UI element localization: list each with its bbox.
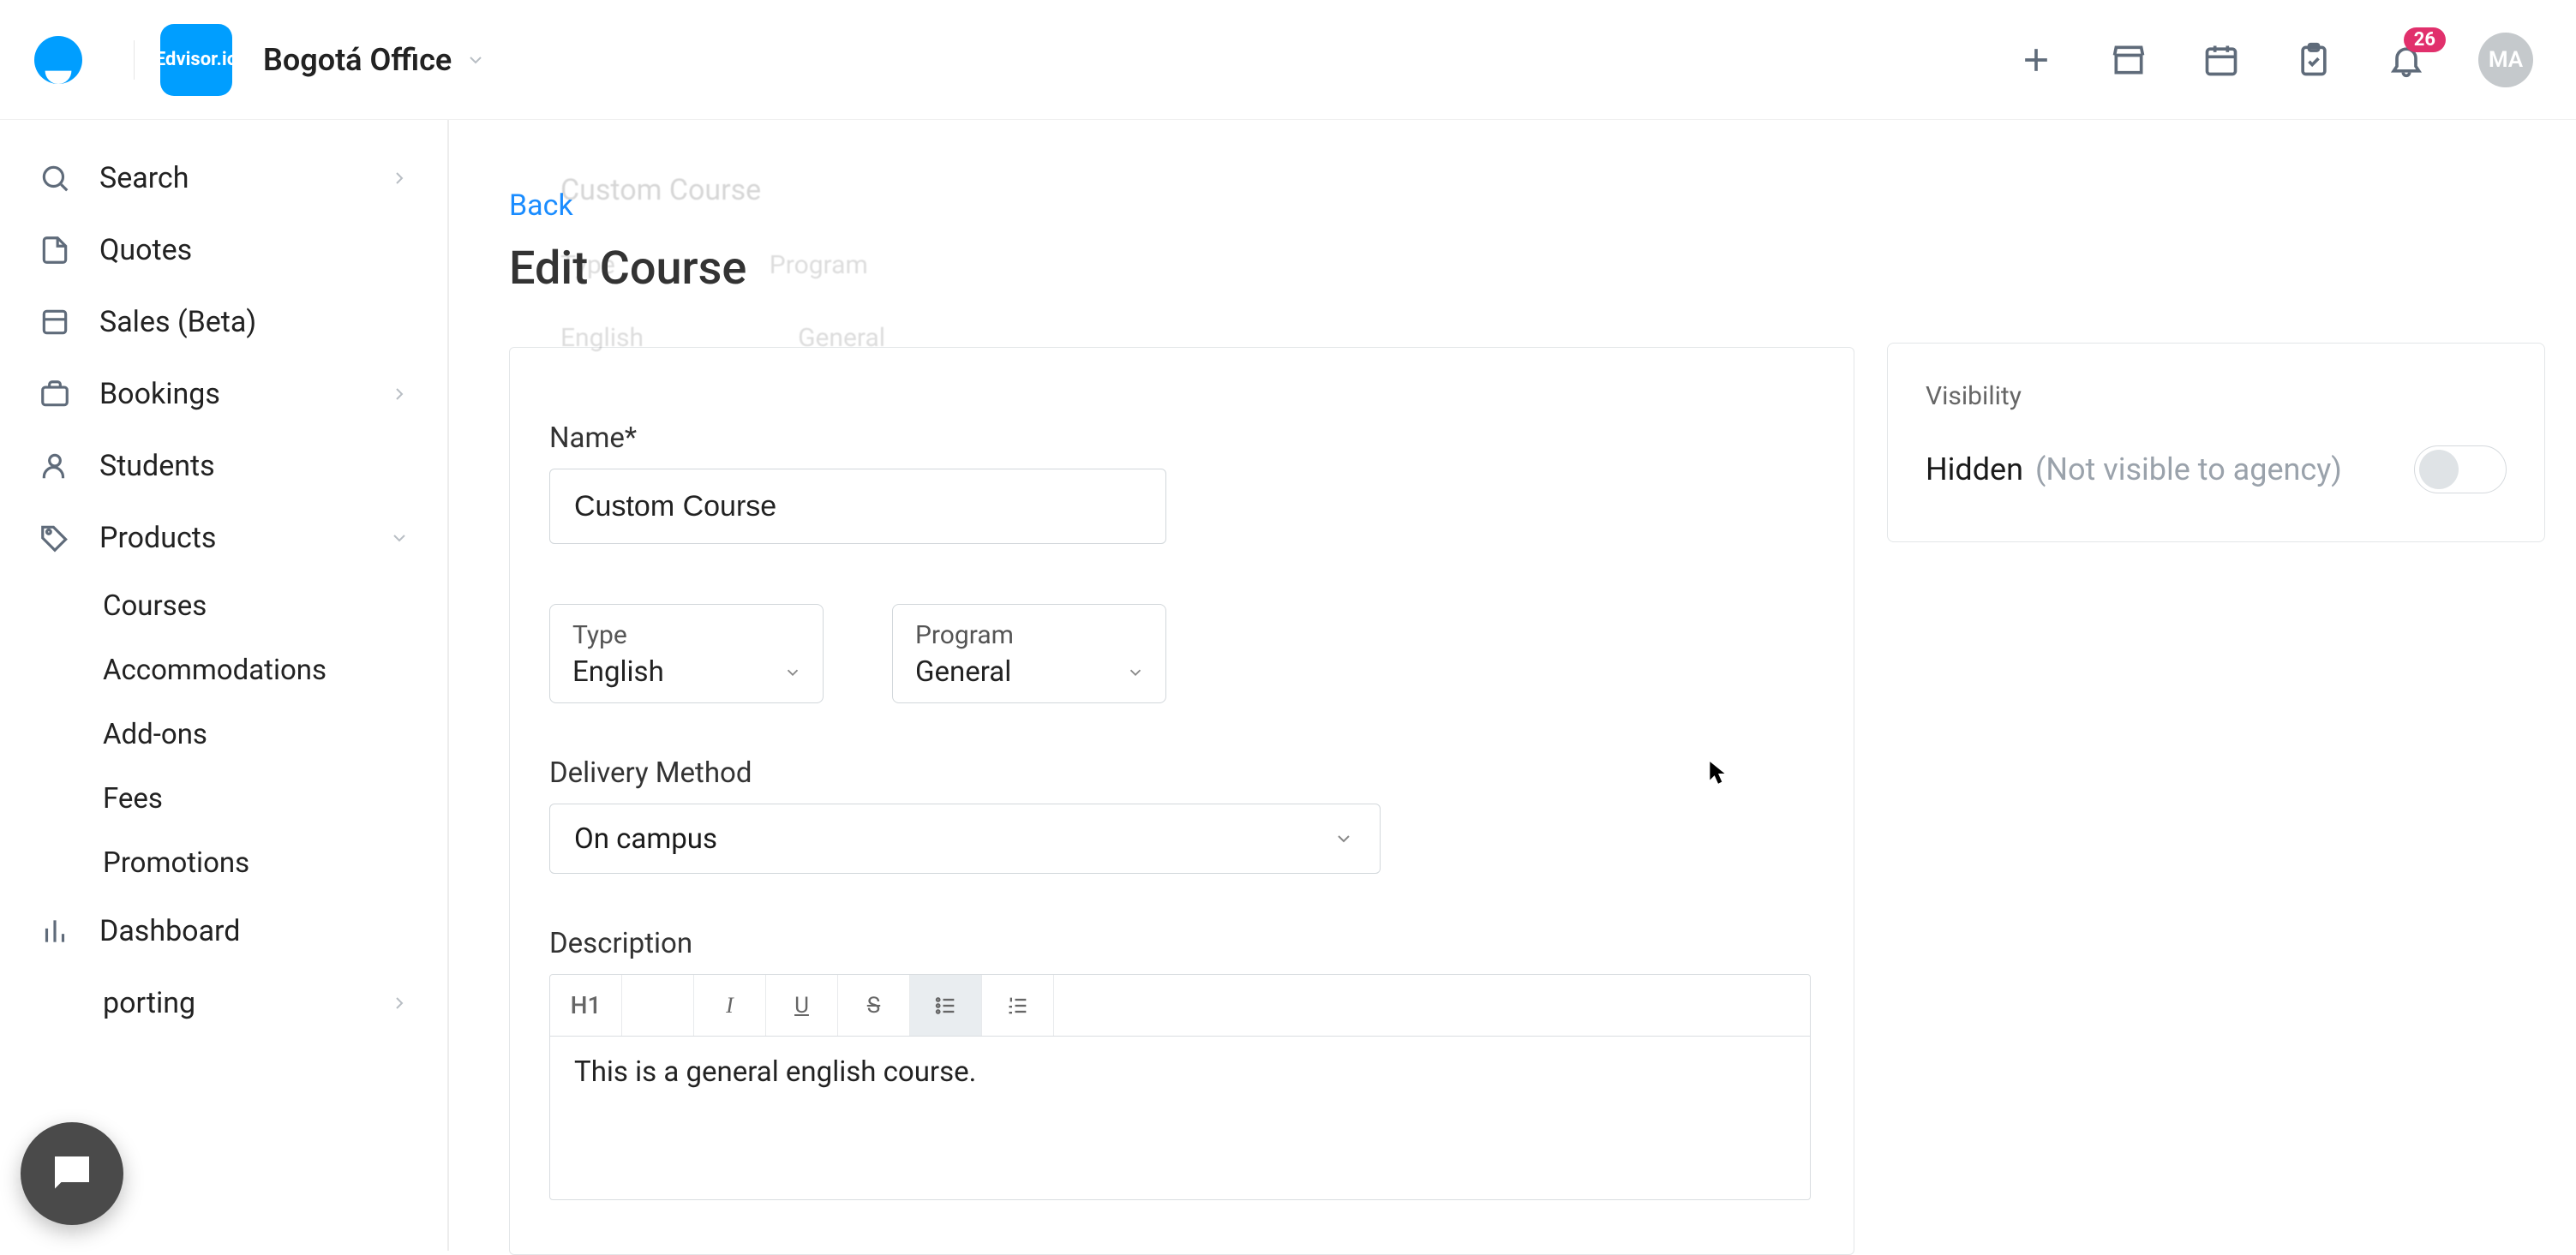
- notifications-button[interactable]: 26: [2386, 39, 2427, 81]
- plus-icon: [2017, 41, 2055, 79]
- visibility-panel: Visibility Hidden (Not visible to agency…: [1887, 343, 2545, 542]
- sidebar-item-label: Bookings: [99, 377, 220, 411]
- brand-name: Edvisor.io: [155, 51, 237, 69]
- chat-icon: [46, 1148, 98, 1199]
- chevron-down-icon: [1126, 663, 1145, 682]
- chevron-right-icon: [389, 993, 410, 1013]
- search-icon: [38, 161, 72, 195]
- bullet-list-icon: [934, 994, 958, 1018]
- app-header: Edvisor.io Bogotá Office 26 MA: [0, 0, 2576, 120]
- sidebar-item-bookings[interactable]: Bookings: [0, 358, 447, 430]
- delivery-value: On campus: [574, 822, 717, 856]
- tag-icon: [38, 521, 72, 555]
- rte-numbered-list-button[interactable]: [982, 975, 1054, 1036]
- description-editor: H1 I U S This is a gener: [549, 974, 1811, 1200]
- sidebar-subitem-promotions[interactable]: Promotions: [0, 831, 447, 895]
- sidebar-item-quotes[interactable]: Quotes: [0, 214, 447, 286]
- user-icon: [38, 449, 72, 483]
- page-title: Edit Course: [509, 242, 1854, 296]
- description-textarea[interactable]: This is a general english course.: [550, 1037, 1810, 1199]
- notification-badge: 26: [2404, 27, 2446, 52]
- sidebar: Search Quotes Sales (Beta) Bookings Stud…: [0, 120, 449, 1251]
- app-logo-icon[interactable]: [34, 36, 82, 84]
- rte-strike-button[interactable]: S: [838, 975, 910, 1036]
- type-value: English: [572, 655, 800, 689]
- avatar-initials: MA: [2489, 47, 2523, 73]
- numbered-list-icon: [1006, 994, 1030, 1018]
- main-content: Custom Course TypeProgram EnglishGeneral…: [449, 120, 2576, 1251]
- chat-launcher[interactable]: [21, 1122, 123, 1225]
- sidebar-item-students[interactable]: Students: [0, 430, 447, 502]
- sidebar-subitem-courses[interactable]: Courses: [0, 574, 447, 638]
- sidebar-item-label: Search: [99, 161, 189, 195]
- rte-underline-button[interactable]: U: [766, 975, 838, 1036]
- office-switcher[interactable]: Bogotá Office: [263, 42, 486, 78]
- sidebar-item-label: porting: [103, 986, 195, 1020]
- sidebar-item-label: Dashboard: [99, 914, 240, 948]
- delivery-select[interactable]: On campus: [549, 804, 1381, 874]
- rte-heading-button[interactable]: H1: [550, 975, 622, 1036]
- type-select[interactable]: Type English: [549, 604, 824, 703]
- add-button[interactable]: [2016, 39, 2057, 81]
- sidebar-subitem-addons[interactable]: Add-ons: [0, 702, 447, 767]
- sidebar-item-search[interactable]: Search: [0, 142, 447, 214]
- chevron-down-icon: [783, 663, 802, 682]
- calendar-icon: [2202, 41, 2240, 79]
- chevron-right-icon: [389, 168, 410, 188]
- program-select[interactable]: Program General: [892, 604, 1166, 703]
- document-icon: [38, 233, 72, 267]
- user-avatar[interactable]: MA: [2478, 33, 2533, 87]
- sidebar-item-reporting[interactable]: porting: [0, 967, 447, 1039]
- sidebar-item-label: Sales (Beta): [99, 305, 256, 339]
- storefront-icon: [2110, 41, 2148, 79]
- type-label: Type: [572, 620, 800, 650]
- tasks-button[interactable]: [2293, 39, 2334, 81]
- header-actions: 26 MA: [2016, 33, 2542, 87]
- bar-chart-icon: [38, 914, 72, 948]
- sidebar-item-dashboard[interactable]: Dashboard: [0, 895, 447, 967]
- sidebar-item-products[interactable]: Products: [0, 502, 447, 574]
- name-input[interactable]: [549, 469, 1166, 544]
- program-value: General: [915, 655, 1143, 689]
- visibility-note: (Not visible to agency): [2035, 451, 2342, 487]
- visibility-state: Hidden: [1926, 451, 2023, 487]
- sidebar-item-label: Quotes: [99, 233, 192, 267]
- sidebar-subitem-fees[interactable]: Fees: [0, 767, 447, 831]
- chevron-down-icon: [1333, 828, 1354, 849]
- sidebar-subitem-accommodations[interactable]: Accommodations: [0, 638, 447, 702]
- back-link[interactable]: Back: [509, 120, 573, 223]
- program-label: Program: [915, 620, 1143, 650]
- course-form: Name* Type English Program General: [509, 347, 1854, 1255]
- briefcase-icon: [38, 377, 72, 411]
- rte-toolbar: H1 I U S: [550, 975, 1810, 1037]
- chevron-down-icon: [389, 528, 410, 548]
- sidebar-item-label: Students: [99, 449, 215, 483]
- office-name: Bogotá Office: [263, 42, 452, 78]
- sales-icon: [38, 305, 72, 339]
- chevron-right-icon: [389, 384, 410, 404]
- marketplace-button[interactable]: [2108, 39, 2149, 81]
- divider: [134, 40, 135, 80]
- visibility-title: Visibility: [1926, 381, 2507, 411]
- sidebar-item-label: Products: [99, 521, 216, 555]
- visibility-toggle[interactable]: [2414, 445, 2507, 493]
- delivery-label: Delivery Method: [549, 756, 1814, 790]
- description-label: Description: [549, 927, 1814, 960]
- chevron-down-icon: [465, 50, 486, 70]
- brand-tile[interactable]: Edvisor.io: [160, 24, 232, 96]
- calendar-button[interactable]: [2201, 39, 2242, 81]
- rte-bullet-list-button[interactable]: [910, 975, 982, 1036]
- clipboard-check-icon: [2295, 41, 2333, 79]
- rte-italic-button[interactable]: I: [694, 975, 766, 1036]
- name-label: Name*: [549, 421, 1814, 455]
- sidebar-item-sales[interactable]: Sales (Beta): [0, 286, 447, 358]
- rte-spacer: [622, 975, 694, 1036]
